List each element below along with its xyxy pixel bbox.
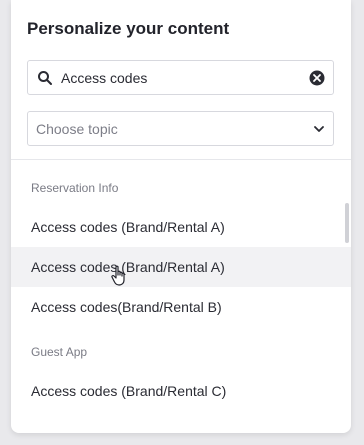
clear-icon[interactable] xyxy=(309,70,325,86)
group-header-reservation-info: Reservation Info xyxy=(31,181,119,195)
personalize-panel: Personalize your content Access codes Ch… xyxy=(11,0,351,433)
search-icon xyxy=(38,71,52,85)
option-access-codes-b[interactable]: Access codes(Brand/Rental B) xyxy=(11,287,351,327)
divider xyxy=(11,159,351,160)
search-value[interactable]: Access codes xyxy=(61,70,147,86)
hand-cursor-icon xyxy=(111,265,125,286)
option-label: Access codes (Brand/Rental A) xyxy=(31,219,225,235)
option-access-codes-a[interactable]: Access codes (Brand/Rental A) xyxy=(11,207,351,247)
panel-title: Personalize your content xyxy=(27,19,230,38)
option-access-codes-a-hovered[interactable]: Access codes (Brand/Rental A) xyxy=(11,247,351,287)
option-access-codes-c[interactable]: Access codes (Brand/Rental C) xyxy=(11,371,351,411)
search-input[interactable]: Access codes xyxy=(27,60,334,95)
topic-select-placeholder: Choose topic xyxy=(36,121,118,137)
option-label: Access codes(Brand/Rental B) xyxy=(31,299,222,315)
scrollbar[interactable] xyxy=(345,203,349,243)
option-label: Access codes (Brand/Rental C) xyxy=(31,383,227,399)
chevron-down-icon xyxy=(314,126,324,132)
topic-select[interactable]: Choose topic xyxy=(27,111,334,146)
group-header-guest-app: Guest App xyxy=(31,345,88,359)
